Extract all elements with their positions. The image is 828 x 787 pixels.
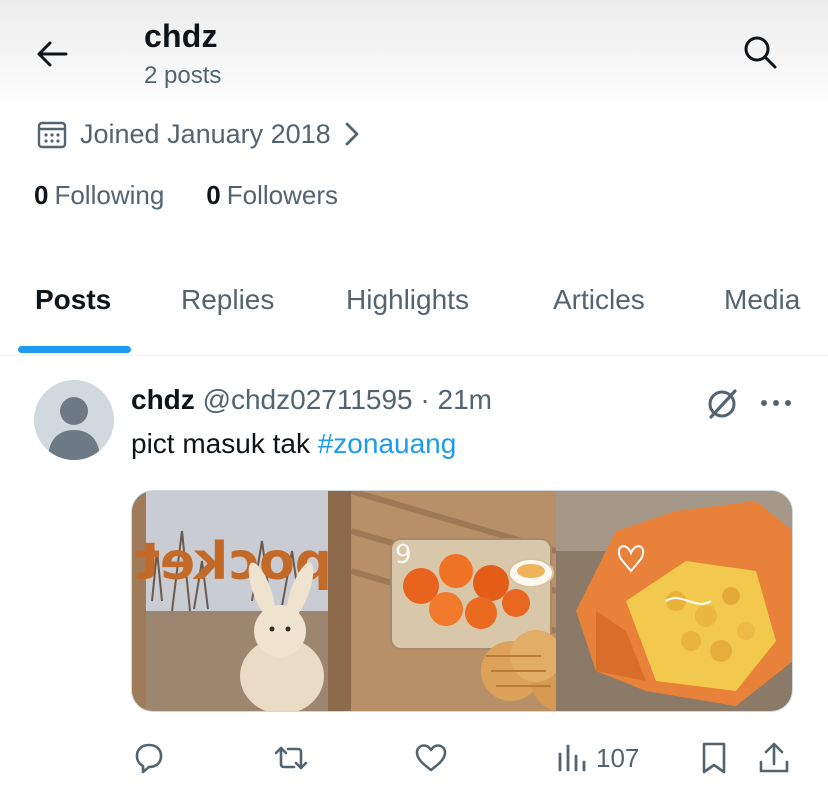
profile-name: chdz [144,18,218,54]
tab-articles[interactable]: Articles [553,284,645,316]
post-time[interactable]: 21m [438,384,492,415]
share-button[interactable] [756,736,792,780]
tab-replies[interactable]: Replies [181,284,274,316]
grok-icon [708,389,737,419]
post-author-handle[interactable]: @chdz02711595 [203,384,413,415]
arrow-left-icon [37,41,68,67]
reply-icon [135,743,163,774]
followers-count: 0 [206,180,221,210]
like-icon [415,744,447,772]
views-count: 107 [596,742,640,773]
doodle-9: 9 [395,540,412,570]
profile-tabs: Posts Replies Highlights Articles Media [0,270,828,356]
tab-highlights[interactable]: Highlights [346,284,469,316]
followers-label: Followers [226,180,339,210]
following-label: Following [54,180,165,210]
post-count: 2 posts [144,62,222,89]
bookmark-button[interactable] [697,736,731,780]
media-image-fruit-waffles: 9 [351,491,556,711]
snacks-illustration [555,491,792,711]
grok-button[interactable] [702,384,742,424]
following-link[interactable]: 0 Following [34,180,164,211]
profile-header: chdz 2 posts [0,0,828,110]
fruit-waffles-illustration: 9 [351,491,556,711]
following-count: 0 [34,180,49,210]
repost-icon [274,746,308,770]
follow-stats: 0 Following 0 Followers [34,180,338,211]
search-icon [744,36,777,69]
post-body: pict masuk tak [131,428,318,459]
meta-separator: · [420,384,430,415]
more-button[interactable] [756,388,796,418]
reply-button[interactable] [131,736,167,780]
tab-media[interactable]: Media [724,284,800,316]
post-author-name[interactable]: chdz [131,384,195,415]
bunny-window-illustration: pocket [132,491,352,711]
bookmark-icon [702,742,726,774]
like-button[interactable] [413,736,449,780]
post-actions: 107 [0,736,828,784]
hashtag-link[interactable]: #zonauang [318,428,457,459]
default-avatar-icon [48,397,100,460]
views-icon [558,744,586,772]
avatar[interactable] [34,380,114,460]
post-header: chdz @chdz02711595 · 21m [131,384,492,416]
post-media-collage[interactable]: pocket 9 [131,490,793,712]
post[interactable]: chdz @chdz02711595 · 21m pict masuk tak … [0,356,828,787]
joined-label: Joined January 2018 [80,118,331,149]
calendar-icon [37,121,67,149]
media-image-snacks [555,491,792,711]
joined-date[interactable]: Joined January 2018 [36,116,361,152]
followers-link[interactable]: 0 Followers [206,180,338,211]
media-image-bunny-window: pocket [132,491,352,711]
share-icon [759,742,789,773]
views-button[interactable]: 107 [556,736,639,780]
active-tab-indicator [18,346,131,353]
repost-button[interactable] [272,736,310,780]
tab-posts[interactable]: Posts [35,284,111,316]
more-icon [761,400,791,406]
back-button[interactable] [30,34,74,74]
search-button[interactable] [738,30,782,74]
post-text: pict masuk tak #zonauang [131,428,456,460]
chevron-right-icon [345,122,359,146]
